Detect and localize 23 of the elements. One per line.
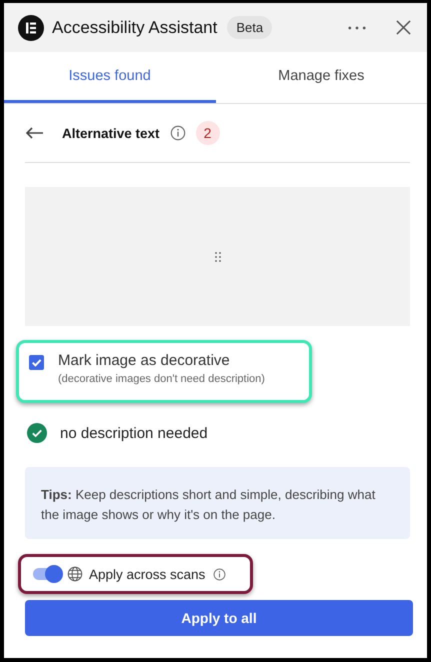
back-arrow-icon[interactable]: [26, 127, 44, 139]
tips-text: Tips: Keep descriptions short and simple, describing what the image shows or why it's on the page.: [41, 486, 376, 524]
panel-title: Accessibility Assistant: [52, 18, 218, 38]
status-text: no description needed: [60, 424, 208, 442]
issue-count-badge: 2: [196, 121, 220, 145]
logo-icon: [18, 14, 44, 40]
close-icon[interactable]: [396, 20, 411, 35]
info-icon[interactable]: [170, 125, 186, 141]
apply-button[interactable]: Apply to all: [25, 600, 413, 636]
toggle-label: Apply across scans: [89, 566, 206, 582]
checkbox-label: Mark image as decorative: [58, 352, 231, 369]
more-icon[interactable]: [348, 26, 366, 30]
info-icon[interactable]: [213, 568, 226, 580]
beta-badge: Beta: [227, 16, 272, 39]
toggle-switch[interactable]: [33, 568, 61, 580]
globe-icon: [67, 566, 83, 582]
grip-icon[interactable]: [214, 252, 220, 262]
check-circle-icon: [27, 423, 47, 443]
issue-title: Alternative text: [62, 126, 160, 140]
tab[interactable]: Issues found: [4, 52, 216, 103]
checkbox[interactable]: [29, 355, 44, 370]
tab[interactable]: Manage fixes: [216, 52, 427, 103]
checkbox-hint: (decorative images don't need description): [58, 373, 265, 385]
